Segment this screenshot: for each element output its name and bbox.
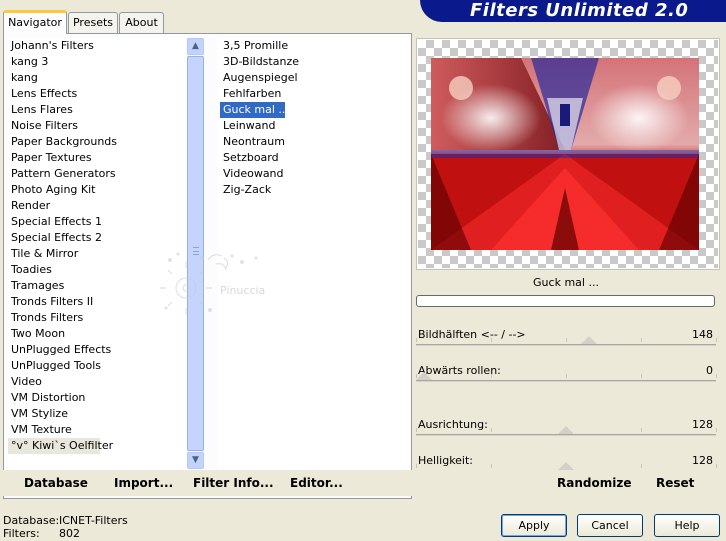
slider-knob[interactable] bbox=[416, 372, 432, 380]
category-item[interactable]: Render bbox=[8, 198, 50, 214]
filter-item[interactable]: Neontraum bbox=[220, 134, 285, 150]
category-item[interactable]: Toadies bbox=[8, 262, 52, 278]
slider-tick bbox=[416, 338, 417, 342]
category-item[interactable]: Tronds Filters bbox=[8, 310, 83, 326]
filter-item[interactable]: Fehlfarben bbox=[220, 86, 281, 102]
category-item[interactable]: Johann's Filters bbox=[8, 38, 94, 54]
filter-item[interactable]: Guck mal ... bbox=[220, 102, 289, 118]
scroll-down-button[interactable]: ▼ bbox=[187, 452, 204, 469]
category-item[interactable]: VM Stylize bbox=[8, 406, 68, 422]
category-item[interactable]: Noise Filters bbox=[8, 118, 78, 134]
category-item[interactable]: Paper Textures bbox=[8, 150, 92, 166]
slider-knob[interactable] bbox=[580, 336, 597, 344]
apply-button[interactable]: Apply bbox=[501, 514, 567, 537]
category-item[interactable]: Tronds Filters II bbox=[8, 294, 93, 310]
slider-track[interactable] bbox=[416, 380, 716, 382]
slider-track[interactable] bbox=[416, 434, 716, 436]
slider-tick bbox=[566, 338, 567, 342]
slider-tick bbox=[491, 428, 492, 432]
filter-item[interactable]: Videowand bbox=[220, 166, 284, 182]
slider-tick bbox=[566, 374, 567, 378]
slider-tick bbox=[491, 374, 492, 378]
watermark: Pinuccia bbox=[158, 248, 278, 318]
filter-item[interactable]: 3D-Bildstanze bbox=[220, 54, 299, 70]
randomize-button[interactable]: Randomize bbox=[557, 476, 631, 490]
category-item[interactable]: Special Effects 1 bbox=[8, 214, 102, 230]
slider-tick bbox=[641, 428, 642, 432]
slider-knob[interactable] bbox=[558, 426, 574, 434]
slider-tick bbox=[641, 464, 642, 468]
banner-title: Filters Unlimited 2.0 bbox=[470, 0, 689, 21]
scroll-up-button[interactable]: ▲ bbox=[187, 38, 204, 55]
category-item[interactable]: VM Distortion bbox=[8, 390, 85, 406]
category-item[interactable]: °v° Kiwi`s Oelfilter bbox=[8, 438, 113, 454]
category-item[interactable]: kang 3 bbox=[8, 54, 48, 70]
category-item[interactable]: VM Texture bbox=[8, 422, 72, 438]
category-item[interactable]: Two Moon bbox=[8, 326, 65, 342]
category-item[interactable]: UnPlugged Effects bbox=[8, 342, 111, 358]
slider-tick bbox=[416, 464, 417, 468]
status-filters-value: 802 bbox=[59, 527, 80, 540]
category-item[interactable]: Lens Flares bbox=[8, 102, 73, 118]
status-database-value: ICNET-Filters bbox=[59, 514, 128, 527]
tab-navigator[interactable]: Navigator bbox=[3, 10, 67, 34]
preview-filter-name: Guck mal ... bbox=[533, 276, 599, 289]
slider-tick bbox=[716, 374, 717, 378]
category-item[interactable]: UnPlugged Tools bbox=[8, 358, 101, 374]
slider-tick bbox=[491, 338, 492, 342]
filter-item[interactable]: 3,5 Promille bbox=[220, 38, 288, 54]
category-item[interactable]: Pattern Generators bbox=[8, 166, 116, 182]
watermark-text: Pinuccia bbox=[220, 284, 266, 297]
progress-bar bbox=[416, 295, 715, 307]
filter-item[interactable]: Zig-Zack bbox=[220, 182, 271, 198]
watermark-flower-icon bbox=[160, 252, 258, 314]
filter-item[interactable]: Augenspiegel bbox=[220, 70, 298, 86]
tab-about[interactable]: About bbox=[119, 12, 164, 33]
editor-button[interactable]: Editor... bbox=[290, 476, 343, 490]
slider-tick bbox=[641, 374, 642, 378]
cancel-button[interactable]: Cancel bbox=[577, 514, 643, 537]
status-database-label: Database: bbox=[3, 514, 60, 527]
filter-item[interactable]: Leinwand bbox=[220, 118, 275, 134]
status-filters-label: Filters: bbox=[3, 527, 40, 540]
filter-info-button[interactable]: Filter Info... bbox=[193, 476, 274, 490]
category-item[interactable]: Video bbox=[8, 374, 42, 390]
category-item[interactable]: Photo Aging Kit bbox=[8, 182, 95, 198]
reset-button[interactable]: Reset bbox=[656, 476, 694, 490]
slider-tick bbox=[716, 338, 717, 342]
import-button[interactable]: Import... bbox=[114, 476, 173, 490]
slider-tick bbox=[716, 464, 717, 468]
database-button[interactable]: Database bbox=[24, 476, 88, 490]
category-item[interactable]: kang bbox=[8, 70, 38, 86]
tab-presets[interactable]: Presets bbox=[68, 12, 118, 33]
category-item[interactable]: Tile & Mirror bbox=[8, 246, 78, 262]
slider-tick bbox=[641, 338, 642, 342]
preview-image bbox=[431, 58, 699, 250]
help-button[interactable]: Help bbox=[654, 514, 720, 537]
category-item[interactable]: Paper Backgrounds bbox=[8, 134, 117, 150]
slider-knob[interactable] bbox=[558, 462, 574, 470]
category-item[interactable]: Lens Effects bbox=[8, 86, 77, 102]
slider-tick bbox=[491, 464, 492, 468]
slider-tick bbox=[716, 428, 717, 432]
slider-track[interactable] bbox=[416, 344, 716, 346]
category-item[interactable]: Tramages bbox=[8, 278, 64, 294]
filter-item[interactable]: Setzboard bbox=[220, 150, 279, 166]
category-item[interactable]: Special Effects 2 bbox=[8, 230, 102, 246]
slider-tick bbox=[416, 428, 417, 432]
